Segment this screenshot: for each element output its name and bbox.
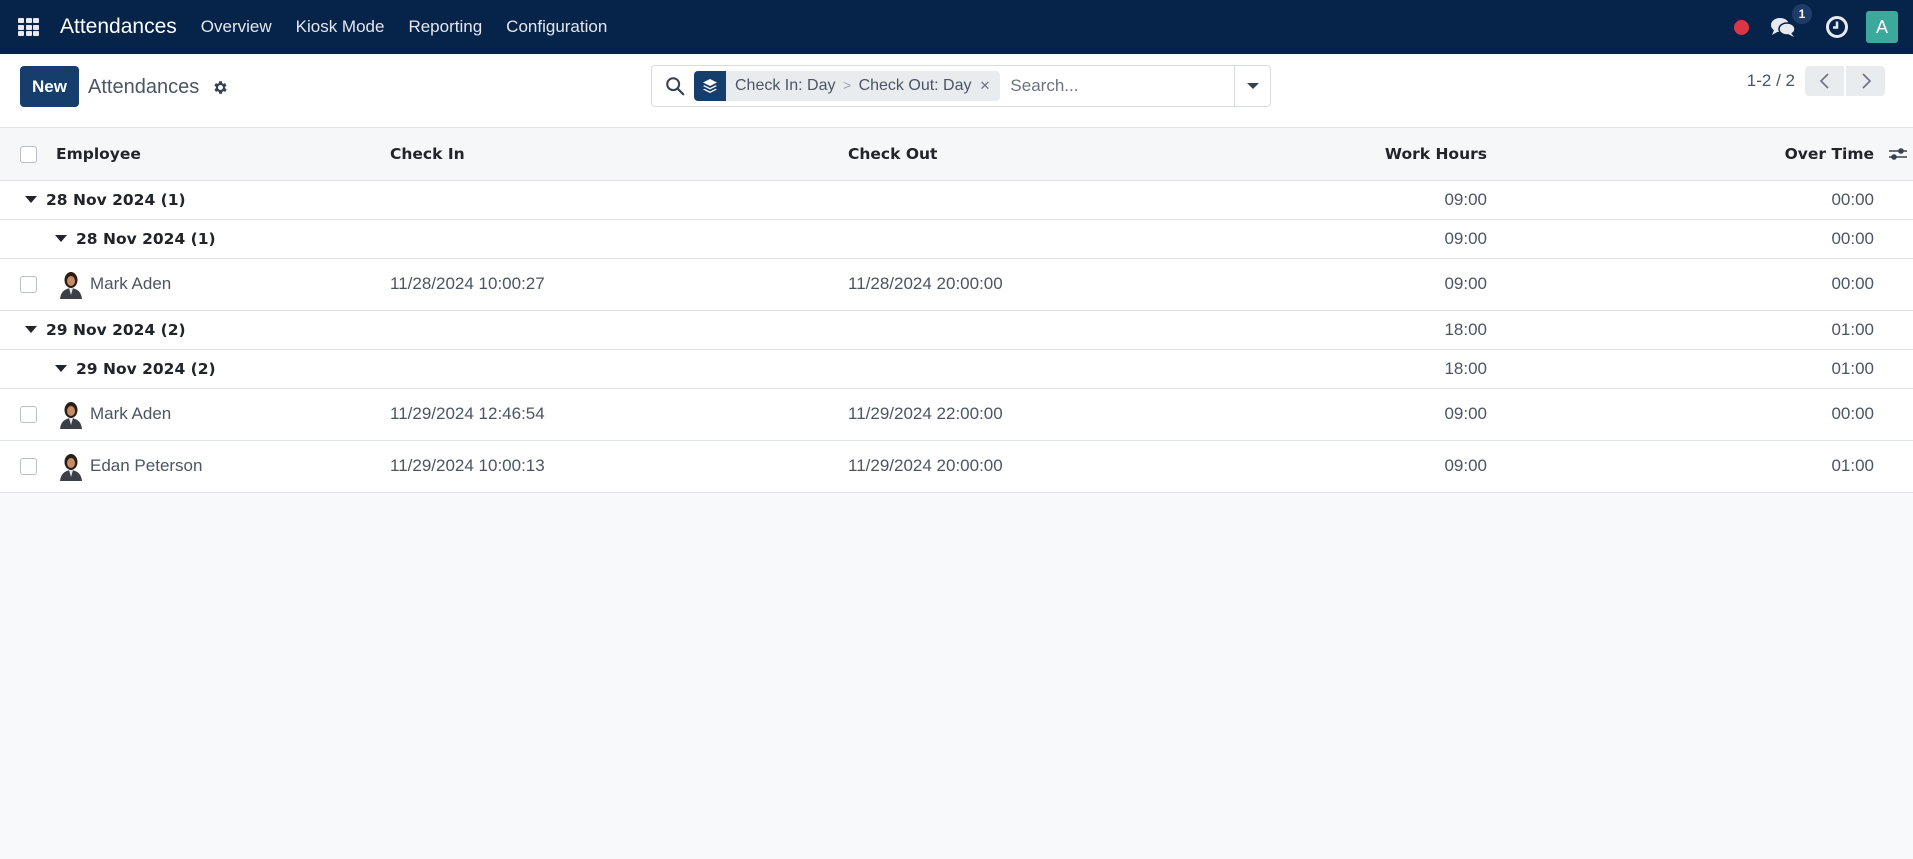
pager-value[interactable]: 1-2 / 2	[1747, 71, 1795, 91]
chevron-left-icon	[1819, 73, 1829, 89]
pager-previous-button[interactable]	[1805, 66, 1844, 96]
caret-down-icon	[55, 365, 67, 372]
list-empty-area	[0, 492, 1913, 859]
column-header-employee[interactable]: Employee	[56, 128, 390, 181]
employee-avatar	[56, 399, 86, 429]
check-in-value: 11/28/2024 10:00:27	[390, 258, 848, 311]
subgroup-over-time: 01:00	[1487, 349, 1913, 389]
group-label: 29 Nov 2024 (2)	[46, 320, 186, 339]
group-row[interactable]: 29 Nov 2024 (2) 18:00 01:00	[0, 310, 1913, 350]
check-in-value: 11/29/2024 12:46:54	[390, 388, 848, 441]
over-time-value: 00:00	[1487, 258, 1913, 311]
groupby-facet[interactable]: Check In: Day > Check Out: Day ✕	[694, 71, 1001, 101]
over-time-value: 01:00	[1487, 440, 1913, 493]
status-dot-icon[interactable]	[1734, 19, 1749, 35]
close-icon[interactable]: ✕	[980, 78, 1001, 94]
employee-name: Mark Aden	[90, 404, 172, 423]
group-over-time: 00:00	[1487, 180, 1913, 220]
employee-name: Mark Aden	[90, 274, 172, 293]
check-out-value: 11/29/2024 22:00:00	[848, 388, 1298, 441]
new-button[interactable]: New	[20, 66, 79, 107]
facet-label: Check In: Day > Check Out: Day	[726, 77, 980, 95]
group-row[interactable]: 28 Nov 2024 (1) 09:00 00:00	[0, 180, 1913, 220]
facet-part-check-in: Check In: Day	[735, 77, 836, 94]
check-out-value: 11/29/2024 20:00:00	[848, 440, 1298, 493]
search-bar: Check In: Day > Check Out: Day ✕	[651, 65, 1271, 107]
subgroup-row[interactable]: 28 Nov 2024 (1) 09:00 00:00	[0, 219, 1913, 259]
column-header-check-in[interactable]: Check In	[390, 128, 848, 181]
app-title[interactable]: Attendances	[60, 15, 177, 39]
layers-icon	[694, 71, 726, 101]
row-checkbox[interactable]	[20, 406, 37, 424]
row-checkbox[interactable]	[20, 458, 37, 476]
subgroup-label: 28 Nov 2024 (1)	[76, 229, 216, 248]
column-header-work-hours[interactable]: Work Hours	[1298, 128, 1487, 181]
user-avatar[interactable]: A	[1866, 11, 1898, 43]
top-navbar: Attendances Overview Kiosk Mode Reportin…	[0, 0, 1913, 54]
table-row[interactable]: Mark Aden 11/28/2024 10:00:27 11/28/2024…	[0, 258, 1913, 311]
messaging-button[interactable]: 1	[1770, 4, 1812, 38]
search-input[interactable]	[1010, 66, 1234, 106]
message-count-badge: 1	[1792, 4, 1812, 24]
employee-avatar	[56, 269, 86, 299]
attendance-list: Employee Check In Check Out Work Hours O…	[0, 128, 1913, 493]
subgroup-work-hours: 18:00	[1298, 349, 1487, 389]
row-checkbox[interactable]	[20, 276, 37, 294]
column-header-over-time[interactable]: Over Time	[1487, 128, 1913, 181]
subgroup-label: 29 Nov 2024 (2)	[76, 359, 216, 378]
pager: 1-2 / 2	[1747, 66, 1885, 96]
employee-name: Edan Peterson	[90, 456, 203, 475]
check-in-value: 11/29/2024 10:00:13	[390, 440, 848, 493]
menu-configuration[interactable]: Configuration	[506, 17, 607, 37]
work-hours-value: 09:00	[1298, 258, 1487, 311]
group-work-hours: 09:00	[1298, 180, 1487, 220]
group-work-hours: 18:00	[1298, 310, 1487, 350]
menu-kiosk-mode[interactable]: Kiosk Mode	[296, 17, 385, 37]
menu-reporting[interactable]: Reporting	[408, 17, 482, 37]
chevron-down-icon	[1246, 83, 1259, 89]
subgroup-row[interactable]: 29 Nov 2024 (2) 18:00 01:00	[0, 349, 1913, 389]
work-hours-value: 09:00	[1298, 388, 1487, 441]
facet-separator: >	[842, 77, 852, 93]
select-all-cell	[0, 128, 56, 181]
apps-grid-icon[interactable]	[18, 18, 40, 36]
table-row[interactable]: Mark Aden 11/29/2024 12:46:54 11/29/2024…	[0, 388, 1913, 441]
group-label: 28 Nov 2024 (1)	[46, 190, 186, 209]
table-row[interactable]: Edan Peterson 11/29/2024 10:00:13 11/29/…	[0, 440, 1913, 493]
subgroup-work-hours: 09:00	[1298, 219, 1487, 259]
systray: 1 A	[1734, 0, 1913, 54]
table-header-row: Employee Check In Check Out Work Hours O…	[0, 128, 1913, 181]
control-panel: New Attendances Check In: Day > Check Ou…	[0, 54, 1913, 128]
work-hours-value: 09:00	[1298, 440, 1487, 493]
facet-part-check-out: Check Out: Day	[858, 77, 972, 94]
clock-icon[interactable]	[1825, 15, 1849, 39]
employee-avatar	[56, 451, 86, 481]
chat-icon	[1771, 18, 1796, 37]
search-icon[interactable]	[664, 75, 686, 97]
caret-down-icon	[25, 196, 37, 203]
select-all-checkbox[interactable]	[20, 145, 37, 163]
optional-columns-toggle-icon[interactable]	[1888, 146, 1908, 162]
subgroup-over-time: 00:00	[1487, 219, 1913, 259]
caret-down-icon	[25, 326, 37, 333]
menu-overview[interactable]: Overview	[201, 17, 272, 37]
page-title: Attendances	[88, 76, 200, 98]
search-options-toggle[interactable]	[1234, 66, 1270, 106]
pager-next-button[interactable]	[1846, 66, 1885, 96]
over-time-value: 00:00	[1487, 388, 1913, 441]
caret-down-icon	[55, 235, 67, 242]
group-over-time: 01:00	[1487, 310, 1913, 350]
check-out-value: 11/28/2024 20:00:00	[848, 258, 1298, 311]
chevron-right-icon	[1861, 73, 1871, 89]
gear-icon[interactable]	[212, 79, 229, 96]
column-header-check-out[interactable]: Check Out	[848, 128, 1298, 181]
